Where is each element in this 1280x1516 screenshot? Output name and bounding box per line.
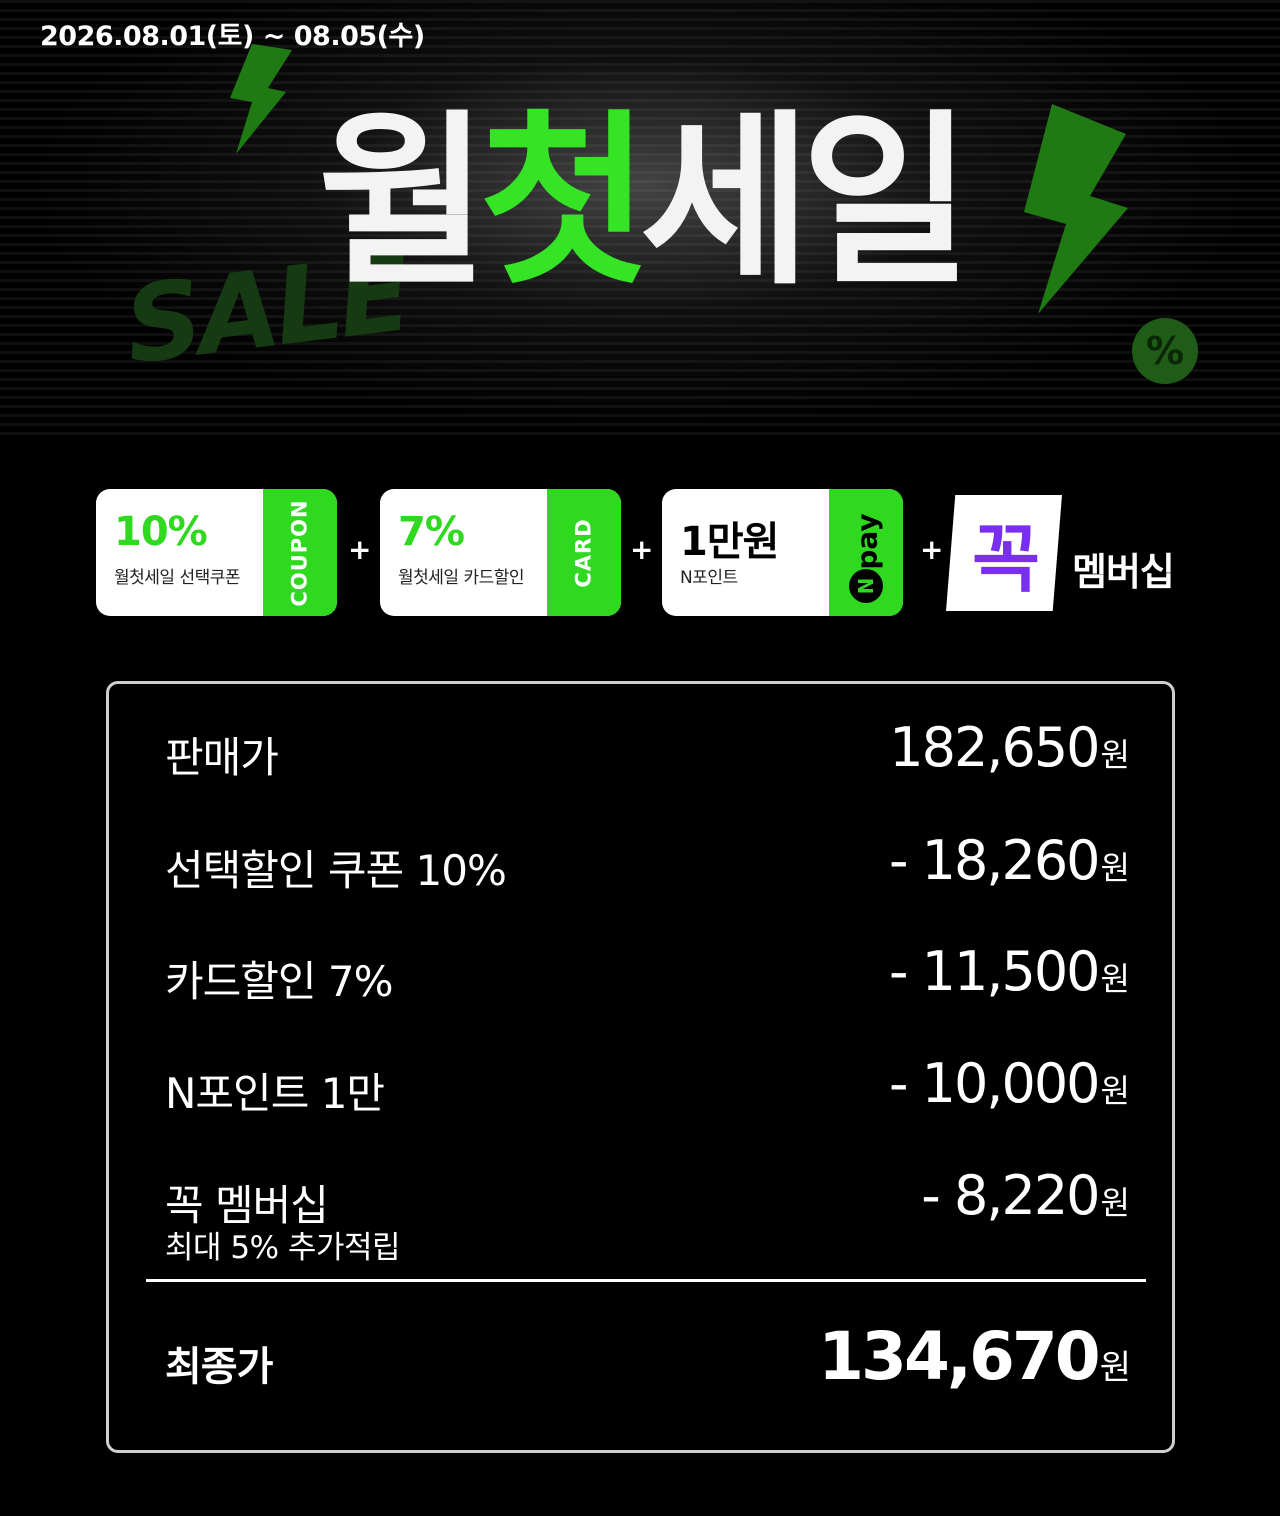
card-ticket: 7% 월첫세일 카드할인 CARD: [380, 489, 621, 616]
title-part: 월: [317, 93, 489, 310]
card-stub-label: CARD: [572, 517, 596, 588]
plus-icon: +: [348, 533, 372, 566]
price-row: N포인트 1만 - 10,000원: [165, 1052, 1130, 1130]
row-value: - 10,000원: [888, 1052, 1130, 1115]
title-highlight: 첫: [478, 93, 650, 310]
price-row: 선택할인 쿠폰 10% - 18,260원: [165, 829, 1130, 907]
card-rate: 7%: [398, 509, 465, 555]
price-row: 판매가 182,650원: [165, 716, 1130, 794]
price-row: 꼭 멤버십 최대 5% 추가적립 - 8,220원: [165, 1164, 1130, 1266]
coupon-stub: COUPON: [263, 489, 337, 616]
percent-badge-icon: %: [1132, 318, 1198, 384]
npay-ticket: 1만원 N포인트 pay N: [662, 489, 903, 616]
row-label: 판매가: [165, 733, 279, 782]
coupon-rate: 10%: [114, 509, 208, 555]
price-row: 카드할인 7% - 11,500원: [165, 940, 1130, 1018]
kkok-logo-icon: 꼭: [946, 495, 1062, 611]
event-title: 월첫세일: [0, 99, 1280, 305]
row-label: N포인트 1만: [165, 1069, 385, 1118]
coupon-desc: 월첫세일 선택쿠폰: [114, 568, 241, 588]
npay-amount: 1만원: [680, 519, 779, 565]
row-sublabel: 최대 5% 추가적립: [165, 1230, 401, 1266]
row-value: - 18,260원: [888, 829, 1130, 892]
npay-stub-label: pay: [850, 512, 884, 570]
title-part: 세일: [640, 93, 972, 310]
npay-n-icon: N: [849, 569, 883, 603]
total-label: 최종가: [165, 1344, 273, 1390]
row-value: - 11,500원: [888, 940, 1130, 1003]
total-row: 최종가 134,670원: [165, 1318, 1131, 1404]
sale-banner: 2026.08.01(토) ~ 08.05(수) SALE % 월첫세일: [0, 0, 1280, 440]
plus-icon: +: [630, 533, 654, 566]
npay-desc: N포인트: [680, 568, 738, 588]
price-breakdown: 판매가 182,650원 선택할인 쿠폰 10% - 18,260원 카드할인 …: [106, 681, 1175, 1453]
card-stub: CARD: [547, 489, 621, 616]
coupon-stub-label: COUPON: [288, 498, 313, 607]
card-desc: 월첫세일 카드할인: [398, 568, 525, 588]
membership-label: 멤버십: [1072, 550, 1175, 594]
coupon-ticket: 10% 월첫세일 선택쿠폰 COUPON: [96, 489, 337, 616]
divider: [146, 1279, 1146, 1282]
row-value: 182,650원: [889, 716, 1130, 779]
npay-stub: pay N: [829, 489, 903, 616]
benefits-row: 10% 월첫세일 선택쿠폰 COUPON + 7% 월첫세일 카드할인 CARD…: [0, 489, 1280, 617]
row-label: 카드할인 7%: [165, 957, 394, 1006]
total-value: 134,670원: [818, 1318, 1131, 1395]
plus-icon: +: [920, 533, 944, 566]
row-value: - 8,220원: [921, 1164, 1130, 1227]
row-label: 선택할인 쿠폰 10%: [165, 846, 507, 895]
